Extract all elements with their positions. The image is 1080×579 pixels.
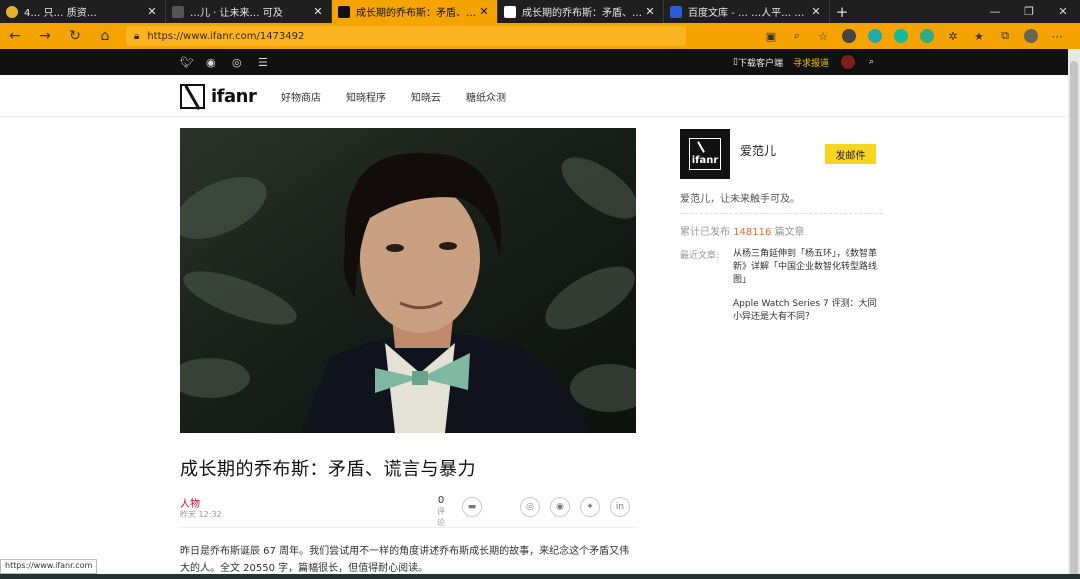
- url-text: https://www.ifanr.com/1473492: [147, 30, 305, 42]
- address-toolbar: ← → ↻ ⌂ 🔒︎ https://www.ifanr.com/1473492…: [0, 23, 1080, 49]
- tab-title: 成长期的乔布斯：矛盾、谎言与: [522, 8, 643, 19]
- count-prefix: 累计已发布: [680, 227, 730, 238]
- weibo-icon[interactable]: ◎: [232, 56, 258, 69]
- author-avatar[interactable]: ifanr: [680, 129, 730, 179]
- close-tab-icon[interactable]: ✕: [311, 5, 325, 18]
- window-controls: — ❐ ✕: [978, 0, 1080, 23]
- share-weibo-icon[interactable]: ◎: [520, 497, 540, 517]
- search-icon[interactable]: ⌕: [869, 57, 874, 67]
- seek-report-link[interactable]: 寻求报道: [793, 56, 829, 69]
- back-icon[interactable]: ←: [0, 23, 30, 49]
- toolbar-icons: ▣ ⌕ ☆ ✲ ★ ⧉ ⋯: [758, 23, 1070, 49]
- article-count: 累计已发布 148116 篇文章: [680, 223, 805, 238]
- recent-article-link[interactable]: 从杨三角延伸到「杨五环」，《数智革新》详解「中国企业数智化转型路线图」: [733, 248, 878, 287]
- extension-icon[interactable]: [914, 26, 940, 46]
- nav-item-shop[interactable]: 好物商店: [281, 89, 321, 104]
- portrait-illustration: [180, 128, 636, 433]
- comment-counter[interactable]: 0 评论: [434, 495, 448, 528]
- download-app-link[interactable]: 下载客户端: [738, 56, 783, 69]
- site-nav: ifanr 好物商店 知晓程序 知晓云 糖纸众测: [0, 75, 1068, 117]
- close-tab-icon[interactable]: ✕: [809, 5, 823, 18]
- twitter-icon[interactable]: 🐦︎: [180, 56, 206, 69]
- new-tab-button[interactable]: +: [830, 0, 854, 23]
- nav-item-miniprogram[interactable]: 知晓程序: [346, 89, 386, 104]
- status-url: https://www.ifanr.com: [0, 559, 98, 574]
- recent-label: 最近文章:: [680, 251, 720, 261]
- reader-mode-icon[interactable]: ▣: [758, 26, 784, 46]
- restore-icon[interactable]: ❐: [1012, 0, 1046, 23]
- wechat-icon[interactable]: ◉: [206, 56, 232, 69]
- site-top-bar: 🐦︎ ◉ ◎ ☰ ▯ 下载客户端 寻求报道 ⌕: [0, 49, 1068, 75]
- rss-icon[interactable]: ☰: [258, 56, 284, 69]
- ifanr-favicon-icon: [338, 5, 350, 18]
- send-mail-button[interactable]: 发邮件: [825, 144, 876, 164]
- taskbar: [0, 574, 1080, 579]
- nav-links: 好物商店 知晓程序 知晓云 糖纸众测: [281, 75, 531, 117]
- close-tab-icon[interactable]: ✕: [643, 5, 657, 18]
- author-logo-text: ifanr: [689, 138, 721, 170]
- count-number: 148116: [733, 227, 772, 238]
- tab-title: …儿 · 让未来… 可及: [190, 8, 283, 19]
- home-icon[interactable]: ⌂: [90, 23, 120, 49]
- article-body: 昨日是乔布斯诞辰 67 周年。我们尝试用不一样的角度讲述乔布斯成长期的故事，来纪…: [180, 546, 630, 574]
- favorites-icon[interactable]: ★: [966, 26, 992, 46]
- page-scrollbar[interactable]: [1068, 49, 1080, 579]
- logo-text: ifanr: [211, 85, 257, 107]
- recent-article-link[interactable]: Apple Watch Series 7 评测：大同小异还是大有不同？: [733, 298, 878, 324]
- minimize-icon[interactable]: —: [978, 0, 1012, 23]
- article-time: 昨天 12:32: [180, 510, 222, 519]
- tab-title: 百度文库 - … …人平… 提升: [688, 8, 809, 19]
- divider: [180, 527, 636, 528]
- nav-item-cloud[interactable]: 知晓云: [411, 89, 441, 104]
- social-links: 🐦︎ ◉ ◎ ☰: [180, 49, 284, 75]
- tab-5[interactable]: 百度文库 - … …人平… 提升 ✕: [664, 0, 830, 23]
- tab-favicon-icon: [6, 5, 18, 18]
- baidu-favicon-icon: [670, 5, 682, 18]
- share-twitter-icon[interactable]: ✦: [580, 497, 600, 517]
- tab-title: 成长期的乔布斯：矛盾、谎言与暴: [356, 8, 477, 19]
- tab-3-active[interactable]: 成长期的乔布斯：矛盾、谎言与暴 ✕: [332, 0, 498, 23]
- profile-avatar[interactable]: [1018, 26, 1044, 46]
- author-name[interactable]: 爱范儿: [740, 142, 776, 159]
- favorite-icon[interactable]: ☆: [810, 26, 836, 46]
- ifanr-logo-mark: [180, 83, 205, 109]
- extension-icon[interactable]: [888, 26, 914, 46]
- tab-2[interactable]: …儿 · 让未来… 可及 ✕: [166, 0, 332, 23]
- nav-item-review[interactable]: 糖纸众测: [466, 89, 506, 104]
- article-category-link[interactable]: 人物: [180, 495, 200, 510]
- collections-icon[interactable]: ⧉: [992, 26, 1018, 46]
- comment-label: 评论: [437, 507, 445, 527]
- ifanr-favicon-icon: [504, 5, 516, 18]
- reload-icon[interactable]: ↻: [60, 23, 90, 49]
- tab-title: 4… 只… 质资…: [24, 8, 97, 19]
- tab-strip: 4… 只… 质资… ✕ …儿 · 让未来… 可及 ✕ 成长期的乔布斯：矛盾、谎言…: [0, 0, 1080, 23]
- divider: [680, 213, 882, 214]
- extension-icon[interactable]: [862, 26, 888, 46]
- ifanr-logo[interactable]: ifanr: [180, 83, 257, 109]
- share-linkedin-icon[interactable]: in: [610, 497, 630, 517]
- extension-icon[interactable]: [836, 26, 862, 46]
- zoom-icon[interactable]: ⌕: [784, 26, 810, 46]
- comment-count: 0: [437, 495, 445, 506]
- forward-icon[interactable]: →: [30, 23, 60, 49]
- count-suffix: 篇文章: [774, 227, 805, 238]
- scrollbar-thumb[interactable]: [1070, 61, 1078, 579]
- tab-favicon-icon: [172, 5, 184, 18]
- top-right-links: ▯ 下载客户端 寻求报道 ⌕: [733, 49, 874, 75]
- close-window-icon[interactable]: ✕: [1046, 0, 1080, 23]
- article-title: 成长期的乔布斯：矛盾、谎言与暴力: [180, 459, 476, 480]
- author-description: 爱范儿，让未来触手可及。: [680, 194, 800, 205]
- close-tab-icon[interactable]: ✕: [145, 5, 159, 18]
- more-icon[interactable]: ⋯: [1044, 26, 1070, 46]
- tab-4[interactable]: 成长期的乔布斯：矛盾、谎言与 ✕: [498, 0, 664, 23]
- lock-icon: 🔒︎: [134, 30, 140, 42]
- close-tab-icon[interactable]: ✕: [477, 5, 491, 18]
- extensions-icon[interactable]: ✲: [940, 26, 966, 46]
- comment-icon[interactable]: ▬: [462, 497, 482, 517]
- tab-1[interactable]: 4… 只… 质资… ✕: [0, 0, 166, 23]
- article-hero-image: [180, 128, 636, 433]
- user-avatar[interactable]: [840, 55, 855, 69]
- url-input[interactable]: 🔒︎ https://www.ifanr.com/1473492: [126, 26, 686, 46]
- share-wechat-icon[interactable]: ◉: [550, 497, 570, 517]
